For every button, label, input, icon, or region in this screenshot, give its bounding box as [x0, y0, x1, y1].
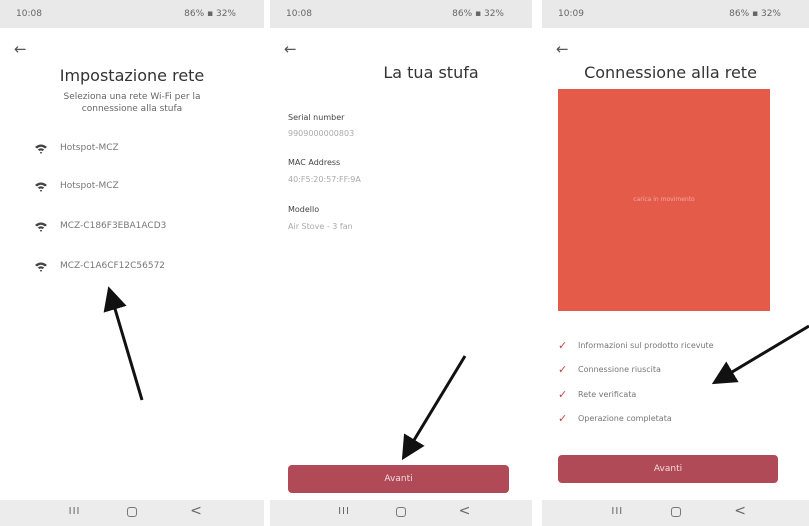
status-indicators: 86% ▪ 32% — [729, 9, 781, 19]
status-time: 10:08 — [286, 9, 312, 19]
check-icon: ✓ — [558, 338, 568, 352]
system-nav-bar: III < — [0, 500, 264, 526]
checklist-text: Connessione riuscita — [578, 364, 661, 374]
wifi-icon — [35, 222, 47, 232]
status-time: 10:09 — [558, 9, 584, 19]
wifi-icon — [35, 144, 47, 154]
next-button[interactable]: Avanti — [558, 455, 778, 483]
check-icon: ✓ — [558, 362, 568, 376]
checklist-item: ✓ Rete verificata — [558, 387, 636, 401]
status-time: 10:08 — [16, 9, 42, 19]
checklist-text: Rete verificata — [578, 389, 637, 399]
model-label: Modello — [288, 205, 320, 214]
check-icon: ✓ — [558, 387, 568, 401]
back-arrow-icon[interactable]: ← — [14, 42, 27, 57]
nav-back-icon[interactable]: < — [734, 503, 746, 519]
recent-apps-icon[interactable]: III — [69, 506, 81, 517]
model-value: Air Stove - 3 fan — [288, 222, 353, 231]
home-icon[interactable] — [396, 507, 406, 517]
status-indicators: 86% ▪ 32% — [452, 9, 504, 19]
screen-network-setup: 10:08 86% ▪ 32% ← Impostazione rete Sele… — [0, 0, 264, 526]
wifi-network-name: MCZ-C1A6CF12C56572 — [60, 261, 166, 271]
next-button[interactable]: Avanti — [288, 465, 509, 493]
status-bar: 10:08 86% ▪ 32% — [0, 0, 264, 28]
screen-network-connection: 10:09 86% ▪ 32% ← Connessione alla rete … — [542, 0, 809, 526]
nav-back-icon[interactable]: < — [459, 503, 471, 519]
checklist-item: ✓ Informazioni sul prodotto ricevute — [558, 338, 714, 352]
wifi-icon — [35, 182, 47, 192]
screen-your-stove: 10:08 86% ▪ 32% ← La tua stufa Serial nu… — [270, 0, 532, 526]
connection-animation: carica in movimento — [558, 89, 770, 311]
wifi-network-item[interactable]: MCZ-C186F3EBA1ACD3 — [34, 218, 166, 234]
status-bar: 10:09 86% ▪ 32% — [542, 0, 809, 28]
back-arrow-icon[interactable]: ← — [556, 42, 569, 57]
mac-address-label: MAC Address — [288, 158, 341, 167]
page-title: La tua stufa — [383, 63, 479, 82]
wifi-network-item[interactable]: Hotspot-MCZ — [34, 140, 119, 156]
page-title: Connessione alla rete — [584, 63, 757, 82]
checklist-item: ✓ Operazione completata — [558, 411, 672, 425]
wifi-network-name: Hotspot-MCZ — [60, 181, 119, 191]
status-bar: 10:08 86% ▪ 32% — [270, 0, 532, 28]
page-subtitle: Seleziona una rete Wi-Fi per la connessi… — [63, 92, 201, 114]
serial-number-value: 9909000000803 — [288, 129, 355, 138]
system-nav-bar: III < — [542, 500, 809, 526]
check-icon: ✓ — [558, 411, 568, 425]
nav-back-icon[interactable]: < — [190, 503, 202, 519]
system-nav-bar: III < — [270, 500, 532, 526]
wifi-network-name: Hotspot-MCZ — [60, 143, 119, 153]
recent-apps-icon[interactable]: III — [338, 506, 350, 517]
status-indicators: 86% ▪ 32% — [184, 9, 236, 19]
page-title: Impostazione rete — [59, 66, 205, 85]
checklist-item: ✓ Connessione riuscita — [558, 362, 661, 376]
checklist-text: Operazione completata — [578, 413, 672, 423]
home-icon[interactable] — [670, 507, 681, 517]
mac-address-value: 40:F5:20:57:FF:9A — [288, 175, 361, 184]
wifi-network-name: MCZ-C186F3EBA1ACD3 — [60, 221, 167, 231]
checklist-text: Informazioni sul prodotto ricevute — [578, 340, 714, 350]
home-icon[interactable] — [127, 507, 137, 517]
serial-number-label: Serial number — [288, 113, 345, 122]
wifi-network-item[interactable]: MCZ-C1A6CF12C56572 — [34, 258, 165, 274]
animation-caption: carica in movimento — [633, 196, 695, 203]
wifi-network-item[interactable]: Hotspot-MCZ — [34, 178, 119, 194]
recent-apps-icon[interactable]: III — [611, 506, 623, 517]
back-arrow-icon[interactable]: ← — [284, 42, 297, 57]
wifi-icon — [35, 262, 47, 272]
